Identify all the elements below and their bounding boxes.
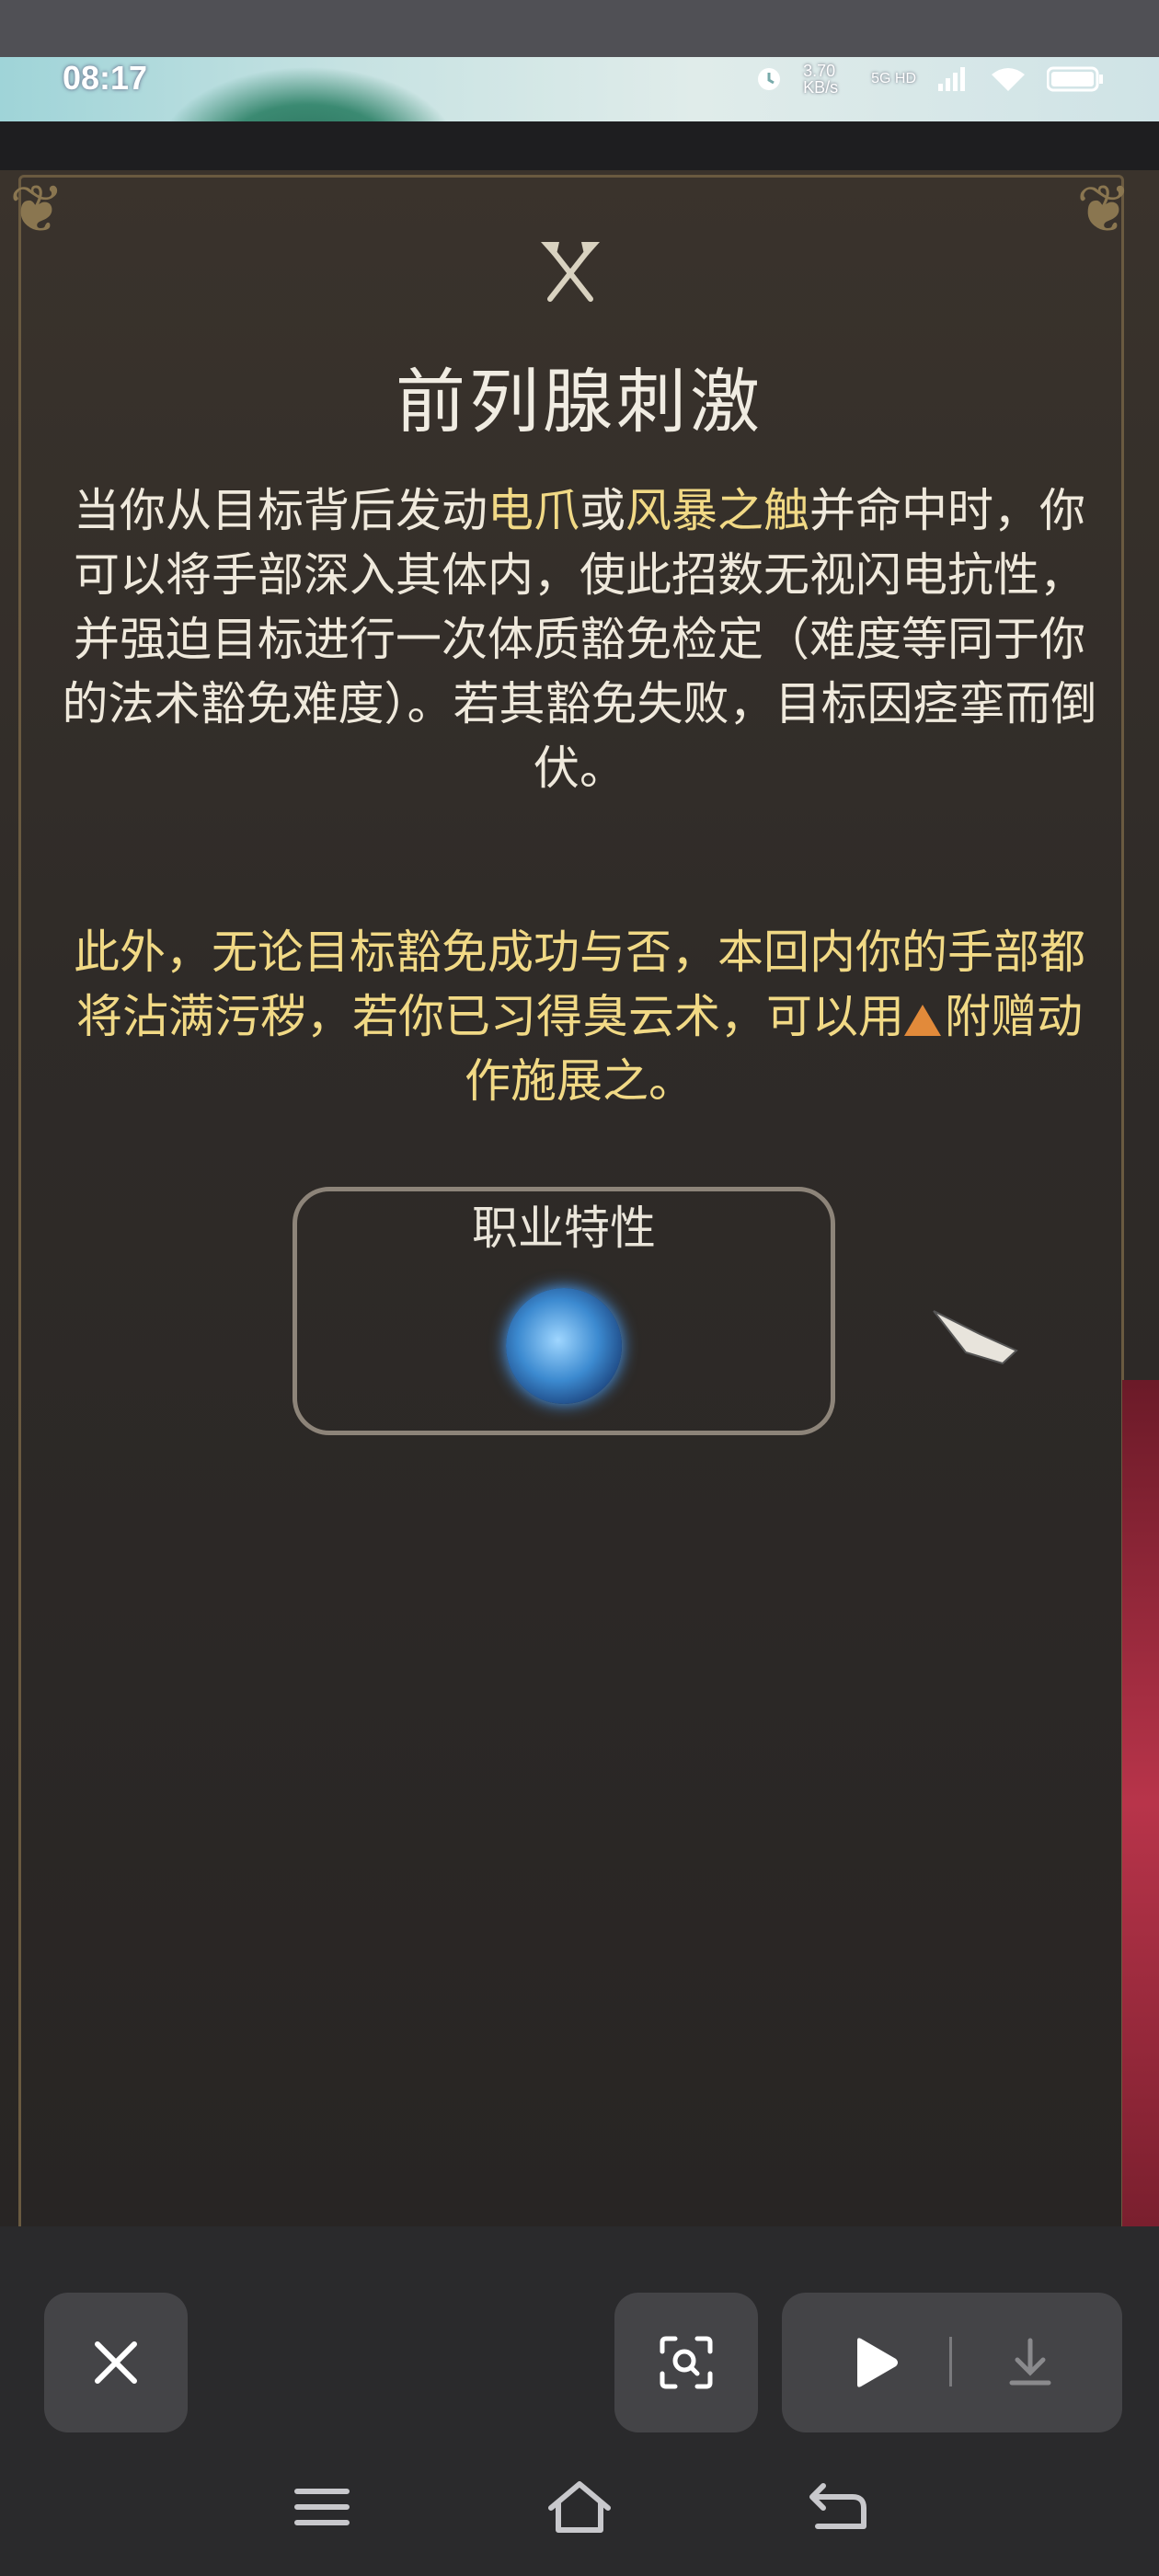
- play-download-group: [782, 2293, 1122, 2432]
- signal-label: 5G HD: [871, 71, 916, 86]
- scan-lens-icon: [660, 2336, 713, 2389]
- status-icons: 3.70 KB/s 5G HD: [755, 63, 1104, 96]
- toolbar-divider: [949, 2337, 952, 2386]
- background-art-right: [1122, 1380, 1159, 2226]
- desc2-text-b: 施展之。: [511, 1054, 694, 1108]
- crossed-axes-icon: [541, 242, 600, 302]
- download-icon[interactable]: [1003, 2335, 1058, 2390]
- spell-extra-description: 此外，无论目标豁免成功与否，本回内你的手部都将沾满污秽，若你已习得臭云术，可以用…: [55, 920, 1104, 1113]
- keyword-shocking-grasp[interactable]: 电爪: [488, 484, 580, 537]
- desc1-text-b: 或: [580, 484, 625, 537]
- status-time: 08:17: [63, 59, 148, 97]
- wifi-icon: [992, 68, 1025, 91]
- class-feature-label: 职业特性: [472, 1202, 656, 1255]
- status-bar: 08:17 3.70 KB/s 5G HD: [0, 57, 1159, 121]
- clock-icon: [758, 68, 781, 90]
- battery-icon: [1047, 66, 1103, 92]
- net-speed: 3.70 KB/s: [803, 62, 839, 97]
- close-icon: [95, 2341, 137, 2384]
- home-icon[interactable]: [538, 2475, 621, 2539]
- close-button[interactable]: [44, 2293, 188, 2432]
- background-art: [156, 66, 460, 121]
- ornament-top-right: ❦: [1076, 170, 1132, 247]
- play-icon[interactable]: [846, 2335, 901, 2390]
- back-icon[interactable]: [796, 2475, 878, 2539]
- spell-description: 当你从目标背后发动电爪或风暴之触并命中时，你可以将手部深入其体内，使此招数无视闪…: [55, 478, 1104, 800]
- class-feature-rune-icon[interactable]: [506, 1288, 622, 1404]
- phone-top-frame: [0, 0, 1159, 57]
- desc1-text-a: 当你从目标背后发动: [74, 484, 488, 537]
- signal-icon: [938, 67, 965, 91]
- scan-button[interactable]: [614, 2293, 758, 2432]
- spell-title: 前列腺刺激: [396, 361, 763, 443]
- gauntlet-cursor-icon: [933, 1310, 1018, 1365]
- ornament-top-left: ❦: [9, 170, 65, 247]
- menu-icon[interactable]: [281, 2475, 363, 2539]
- bonus-action-icon: [904, 1005, 941, 1036]
- keyword-storm-touch[interactable]: 风暴之触: [625, 484, 809, 537]
